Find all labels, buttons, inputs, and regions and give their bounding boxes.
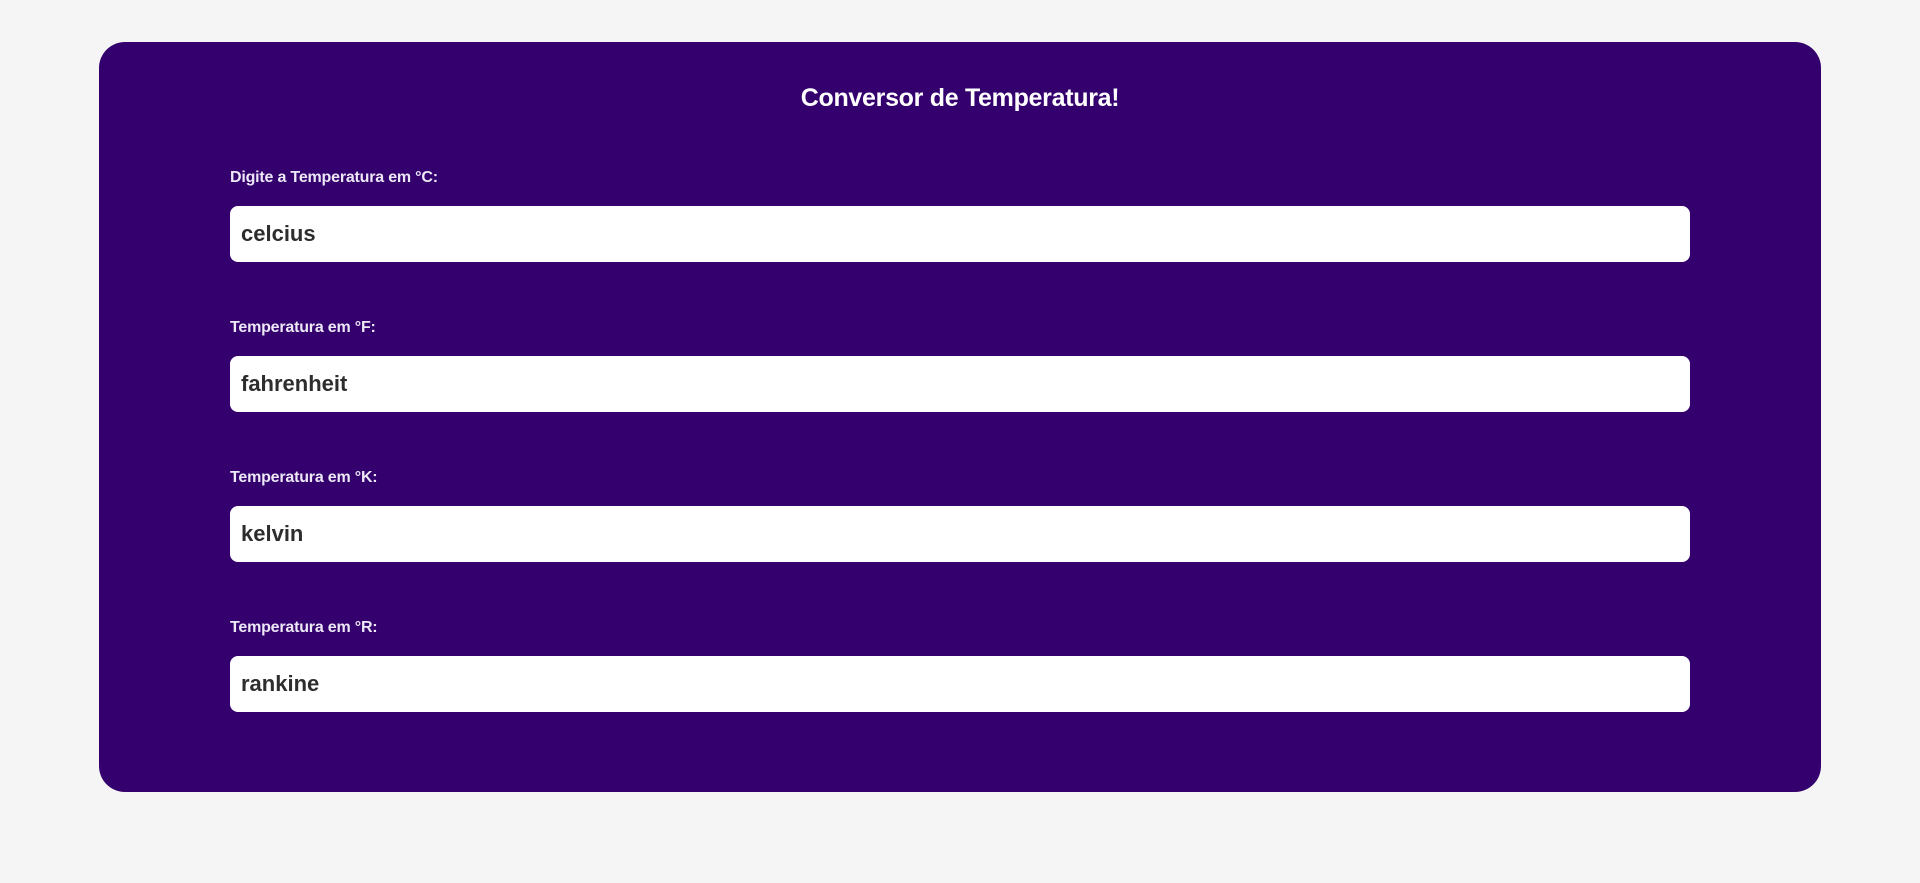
rankine-label: Temperatura em °R:	[230, 619, 378, 636]
kelvin-label: Temperatura em °K:	[230, 469, 378, 486]
celsius-label: Digite a Temperatura em °C:	[230, 169, 438, 186]
fahrenheit-field-group: Temperatura em °F:	[230, 318, 1690, 412]
converter-card: Conversor de Temperatura! Digite a Tempe…	[99, 42, 1821, 792]
fahrenheit-input[interactable]	[230, 356, 1690, 412]
rankine-field-group: Temperatura em °R:	[230, 618, 1690, 712]
celsius-field-group: Digite a Temperatura em °C:	[230, 168, 1690, 262]
fahrenheit-label: Temperatura em °F:	[230, 319, 376, 336]
page-title: Conversor de Temperatura!	[800, 84, 1120, 112]
kelvin-field-group: Temperatura em °K:	[230, 468, 1690, 562]
rankine-input[interactable]	[230, 656, 1690, 712]
kelvin-input[interactable]	[230, 506, 1690, 562]
celsius-input[interactable]	[230, 206, 1690, 262]
